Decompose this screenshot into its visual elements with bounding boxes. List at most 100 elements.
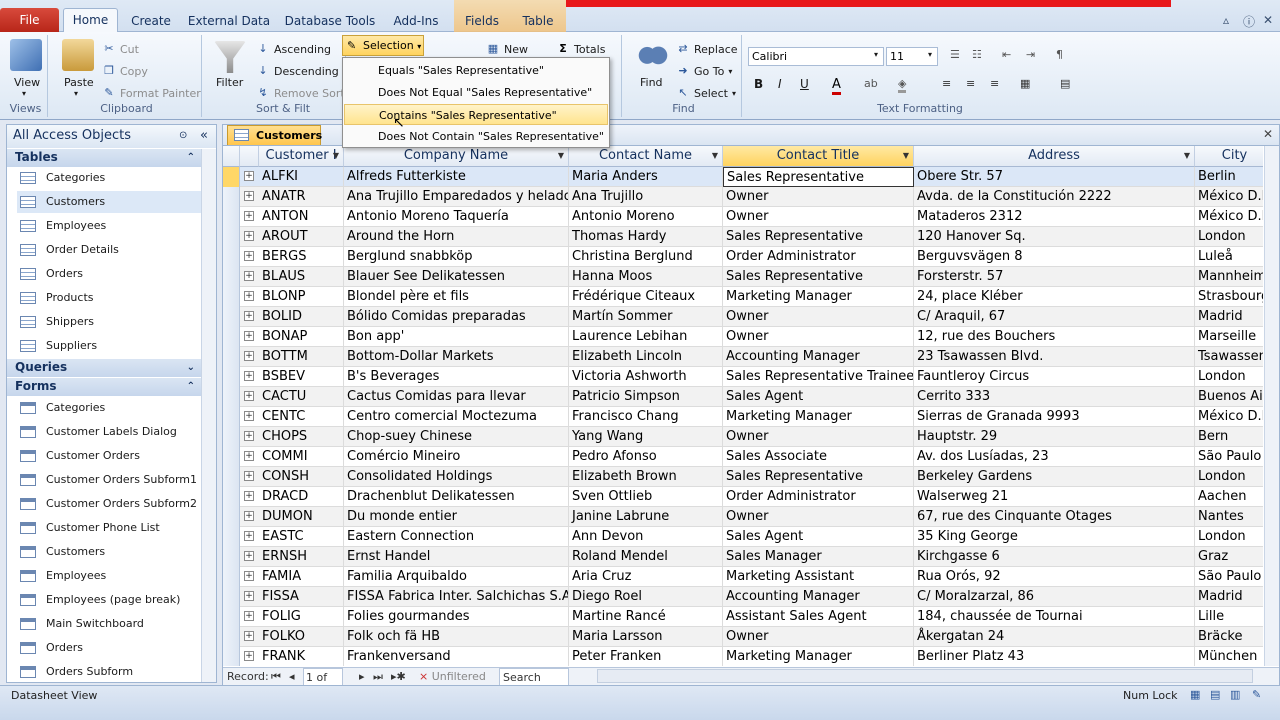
table-cell[interactable]: Marketing Manager xyxy=(723,647,914,666)
menu-item-equals[interactable]: Equals "Sales Representative" xyxy=(344,60,608,81)
nav-form-orders[interactable]: Orders xyxy=(17,637,201,659)
table-cell[interactable]: London xyxy=(1195,367,1263,387)
table-row[interactable]: + ERNSH Ernst Handel Roland Mendel Sales Man… xyxy=(223,547,1263,567)
table-cell[interactable]: ANTON xyxy=(259,207,344,227)
record-selector[interactable] xyxy=(223,447,240,467)
table-cell[interactable]: Rua Orós, 92 xyxy=(914,567,1195,587)
help-icon[interactable]: ⓘ xyxy=(1243,13,1255,30)
expand-subdatasheet-icon[interactable]: + xyxy=(244,191,254,201)
table-cell[interactable]: BOTTM xyxy=(259,347,344,367)
paste-icon[interactable] xyxy=(62,39,94,71)
record-selector[interactable] xyxy=(223,647,240,666)
table-cell[interactable]: Elizabeth Lincoln xyxy=(569,347,723,367)
table-cell[interactable]: Alfreds Futterkiste xyxy=(344,167,569,187)
column-header-customer-i[interactable]: Customer I ▼ xyxy=(259,146,344,167)
decrease-indent-icon[interactable]: ⇤ xyxy=(1002,48,1011,61)
table-cell[interactable]: 12, rue des Bouchers xyxy=(914,327,1195,347)
filter-button[interactable]: Filter xyxy=(216,76,243,89)
table-cell[interactable]: Ernst Handel xyxy=(344,547,569,567)
table-row[interactable]: + ANTON Antonio Moreno Taquería Antonio Mor… xyxy=(223,207,1263,227)
menu-item-contains[interactable]: Contains "Sales Representative" xyxy=(344,104,608,125)
cut-button[interactable]: ✂ Cut xyxy=(102,42,139,56)
remove-sort-button[interactable]: ↯ Remove Sort xyxy=(256,86,344,100)
expand-subdatasheet-icon[interactable]: + xyxy=(244,271,254,281)
tab-external-data[interactable]: External Data xyxy=(186,12,272,32)
font-dropdown-icon[interactable]: ▾ xyxy=(874,50,878,59)
table-cell[interactable]: B's Beverages xyxy=(344,367,569,387)
table-cell[interactable]: Hauptstr. 29 xyxy=(914,427,1195,447)
table-cell[interactable]: Maria Anders xyxy=(569,167,723,187)
nav-form-customer-orders-subform2[interactable]: Customer Orders Subform2 xyxy=(17,493,201,515)
record-selector[interactable] xyxy=(223,367,240,387)
table-cell[interactable]: Owner xyxy=(723,207,914,227)
column-header-address[interactable]: Address ▼ xyxy=(914,146,1195,167)
table-cell[interactable]: Fauntleroy Circus xyxy=(914,367,1195,387)
close-document-icon[interactable]: ✕ xyxy=(1263,127,1273,141)
expand-subdatasheet-icon[interactable]: + xyxy=(244,171,254,181)
find-button[interactable]: Find xyxy=(640,76,663,89)
table-cell[interactable]: Assistant Sales Agent xyxy=(723,607,914,627)
table-cell[interactable]: Christina Berglund xyxy=(569,247,723,267)
table-cell[interactable]: Luleå xyxy=(1195,247,1263,267)
nav-form-customer-orders-subform1[interactable]: Customer Orders Subform1 xyxy=(17,469,201,491)
table-cell[interactable]: BERGS xyxy=(259,247,344,267)
column-filter-dropdown-icon[interactable]: ▼ xyxy=(1184,146,1190,166)
bullets-icon[interactable]: ☰ xyxy=(950,48,960,61)
totals-button[interactable]: Σ Totals xyxy=(556,42,605,56)
table-cell[interactable]: Owner xyxy=(723,627,914,647)
table-cell[interactable]: FISSA xyxy=(259,587,344,607)
table-row[interactable]: + BLONP Blondel père et fils Frédérique Cit… xyxy=(223,287,1263,307)
table-cell[interactable]: FAMIA xyxy=(259,567,344,587)
view-dropdown-icon[interactable]: ▾ xyxy=(22,89,26,98)
table-cell[interactable]: Obere Str. 57 xyxy=(914,167,1195,187)
table-cell[interactable]: Sales Representative xyxy=(723,267,914,287)
table-cell[interactable]: Avda. de la Constitución 2222 xyxy=(914,187,1195,207)
table-cell[interactable]: Mataderos 2312 xyxy=(914,207,1195,227)
table-cell[interactable]: Hanna Moos xyxy=(569,267,723,287)
table-cell[interactable]: Åkergatan 24 xyxy=(914,627,1195,647)
table-cell[interactable]: Consolidated Holdings xyxy=(344,467,569,487)
table-cell[interactable]: Janine Labrune xyxy=(569,507,723,527)
table-cell[interactable]: Martine Rancé xyxy=(569,607,723,627)
increase-indent-icon[interactable]: ⇥ xyxy=(1026,48,1035,61)
expand-subdatasheet-icon[interactable]: + xyxy=(244,411,254,421)
new-record-button[interactable]: ▦ New xyxy=(486,42,528,56)
column-header-contact-name[interactable]: Contact Name ▼ xyxy=(569,146,723,167)
nav-form-customer-phone-list[interactable]: Customer Phone List xyxy=(17,517,201,539)
table-row[interactable]: + BONAP Bon app' Laurence Lebihan Owner 12, r… xyxy=(223,327,1263,347)
table-cell[interactable]: DRACD xyxy=(259,487,344,507)
expand-subdatasheet-icon[interactable]: + xyxy=(244,251,254,261)
nav-table-order-details[interactable]: Order Details xyxy=(17,239,201,261)
table-row[interactable]: + BOLID Bólido Comidas preparadas Martín So… xyxy=(223,307,1263,327)
table-cell[interactable]: Cactus Comidas para llevar xyxy=(344,387,569,407)
record-selector[interactable] xyxy=(223,287,240,307)
nav-form-main-switchboard[interactable]: Main Switchboard xyxy=(17,613,201,635)
record-selector[interactable] xyxy=(223,547,240,567)
record-selector[interactable] xyxy=(223,207,240,227)
table-cell[interactable]: CHOPS xyxy=(259,427,344,447)
table-cell[interactable]: BSBEV xyxy=(259,367,344,387)
table-cell[interactable]: Aria Cruz xyxy=(569,567,723,587)
table-cell[interactable]: Buenos Aires xyxy=(1195,387,1263,407)
alternate-row-color-icon[interactable]: ▤ xyxy=(1060,77,1070,90)
minimize-ribbon-icon[interactable]: ▵ xyxy=(1223,13,1229,27)
gridlines-icon[interactable]: ▦ xyxy=(1020,77,1030,90)
table-cell[interactable]: BOLID xyxy=(259,307,344,327)
table-cell[interactable]: Berguvsvägen 8 xyxy=(914,247,1195,267)
table-cell[interactable]: COMMI xyxy=(259,447,344,467)
nav-table-products[interactable]: Products xyxy=(17,287,201,309)
table-row[interactable]: + FOLKO Folk och fä HB Maria Larsson Owner Åk… xyxy=(223,627,1263,647)
numbering-icon[interactable]: ☷ xyxy=(972,48,982,61)
table-cell[interactable]: FISSA Fabrica Inter. Salchichas S.A. xyxy=(344,587,569,607)
table-cell[interactable]: Owner xyxy=(723,327,914,347)
align-left-icon[interactable]: ≡ xyxy=(942,77,951,90)
font-name-combo[interactable]: Calibri xyxy=(748,47,884,66)
unfiltered-button[interactable]: ⨯ Unfiltered xyxy=(419,668,486,685)
selection-button[interactable]: ✎ Selection ▾ xyxy=(342,35,424,56)
record-selector[interactable] xyxy=(223,247,240,267)
record-selector[interactable] xyxy=(223,507,240,527)
table-cell[interactable]: Aachen xyxy=(1195,487,1263,507)
menu-item-does-not-contain[interactable]: Does Not Contain "Sales Representative" xyxy=(344,126,608,147)
datasheet-view-icon[interactable]: ▦ xyxy=(1190,688,1200,701)
document-tab-customers[interactable]: Customers xyxy=(227,125,322,145)
